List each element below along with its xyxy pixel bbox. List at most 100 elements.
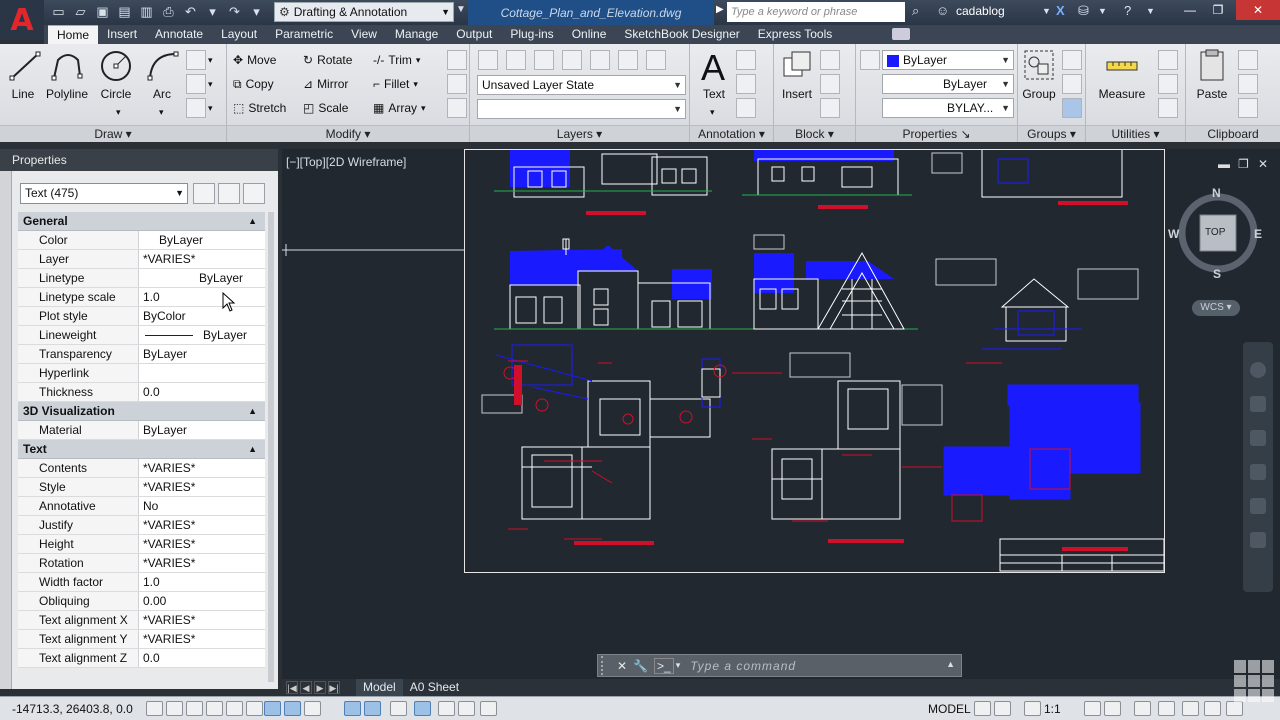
- chevron-down-icon[interactable]: ▾: [208, 50, 213, 70]
- property-row[interactable]: Obliquing 0.00: [18, 592, 265, 611]
- annotation-scale-icon[interactable]: [1024, 701, 1041, 716]
- polar-tracking-icon[interactable]: [226, 701, 243, 716]
- property-row[interactable]: Rotation *VARIES*: [18, 554, 265, 573]
- line-button[interactable]: Line: [8, 48, 41, 101]
- new-icon[interactable]: ▭: [50, 3, 67, 20]
- minimize-ribbon-icon[interactable]: [892, 28, 910, 40]
- pan-hand-icon[interactable]: [1250, 396, 1266, 412]
- edit-block-icon[interactable]: [820, 74, 840, 94]
- tab-plug-ins[interactable]: Plug-ins: [501, 25, 562, 44]
- orbit-icon[interactable]: [1250, 464, 1266, 480]
- color-dropdown[interactable]: ByLayer ▼: [882, 50, 1014, 70]
- layer-off-icon[interactable]: [590, 50, 610, 70]
- first-tab-icon[interactable]: |◀: [286, 681, 298, 694]
- erase-icon[interactable]: [447, 50, 467, 70]
- draw-panel-title[interactable]: Draw ▾: [0, 125, 226, 142]
- palette-side-strip[interactable]: [0, 171, 12, 689]
- model-space-toggle[interactable]: MODEL: [928, 702, 971, 716]
- ungroup-icon[interactable]: [1062, 50, 1082, 70]
- previous-tab-icon[interactable]: ◀: [300, 681, 312, 694]
- property-row[interactable]: Text alignment Y *VARIES*: [18, 630, 265, 649]
- autodesk-a360-icon[interactable]: ⛁: [1078, 3, 1089, 19]
- tab-online[interactable]: Online: [563, 25, 616, 44]
- tab-parametric[interactable]: Parametric: [266, 25, 342, 44]
- 3d-object-snap-icon[interactable]: [264, 701, 281, 716]
- block-panel-title[interactable]: Block ▾: [774, 125, 855, 142]
- minimize-button[interactable]: —: [1176, 0, 1204, 20]
- property-row[interactable]: Linetype ByLayer: [18, 269, 265, 288]
- text-button[interactable]: A Text: [698, 48, 730, 101]
- open-icon[interactable]: ▱: [72, 3, 89, 20]
- wcs-menu[interactable]: WCS ▾: [1192, 300, 1240, 316]
- stretch-button[interactable]: ⬚ Stretch: [233, 98, 286, 118]
- toggle-pickadd-icon[interactable]: [193, 183, 215, 204]
- zoom-icon[interactable]: [1250, 430, 1266, 446]
- save-icon[interactable]: ▣: [94, 3, 111, 20]
- measure-button[interactable]: Measure: [1096, 48, 1148, 101]
- move-button[interactable]: ✥ Move: [233, 50, 276, 70]
- id-point-icon[interactable]: [1158, 98, 1178, 118]
- select-objects-icon[interactable]: [218, 183, 240, 204]
- tab-view[interactable]: View: [342, 25, 386, 44]
- viewport-minimize-button[interactable]: ▬: [1218, 157, 1230, 171]
- tab-manage[interactable]: Manage: [386, 25, 447, 44]
- command-prompt-icon[interactable]: >_: [654, 657, 674, 674]
- last-tab-icon[interactable]: ▶|: [328, 681, 340, 694]
- annotation-panel-title[interactable]: Annotation ▾: [690, 125, 773, 142]
- object-type-selector[interactable]: Text (475) ▼: [20, 183, 188, 204]
- wrench-icon[interactable]: 🔧: [633, 659, 648, 673]
- compass-east[interactable]: E: [1254, 227, 1262, 241]
- tab-express-tools[interactable]: Express Tools: [749, 25, 841, 44]
- layer-properties-icon[interactable]: [478, 50, 498, 70]
- property-row[interactable]: Layer *VARIES*: [18, 250, 265, 269]
- dimension-icon[interactable]: [736, 50, 756, 70]
- quick-select-icon[interactable]: [1158, 50, 1178, 70]
- save-as-icon[interactable]: ▤: [116, 3, 133, 20]
- layer-state-icon[interactable]: [506, 50, 526, 70]
- quick-select-icon[interactable]: [243, 183, 265, 204]
- tab-home[interactable]: Home: [48, 25, 99, 44]
- add-icon[interactable]: [480, 701, 497, 716]
- layer-freeze-icon[interactable]: [562, 50, 582, 70]
- ortho-mode-icon[interactable]: [206, 701, 223, 716]
- group-selection-icon[interactable]: [1062, 98, 1082, 118]
- annotation-visibility-icon[interactable]: [1084, 701, 1101, 716]
- cut-icon[interactable]: [1238, 50, 1258, 70]
- hardware-acceleration-icon[interactable]: [1204, 701, 1221, 716]
- explode-icon[interactable]: [447, 74, 467, 94]
- chevron-right-icon[interactable]: ▶: [716, 4, 724, 15]
- quick-view-drawings-icon[interactable]: [994, 701, 1011, 716]
- arc-dropdown[interactable]: ▾: [159, 102, 164, 122]
- showmotion-icon[interactable]: [1250, 498, 1266, 514]
- chevron-down-icon[interactable]: ▼: [1098, 6, 1107, 16]
- palette-scrollbar[interactable]: [268, 212, 274, 682]
- mirror-button[interactable]: ⊿ Mirror: [303, 74, 348, 94]
- property-row[interactable]: Material ByLayer: [18, 421, 265, 440]
- isolate-objects-icon[interactable]: [1182, 701, 1199, 716]
- edit-attributes-icon[interactable]: [820, 98, 840, 118]
- auto-scale-icon[interactable]: [1104, 701, 1121, 716]
- hatch-icon[interactable]: [186, 98, 206, 118]
- search-input[interactable]: Type a keyword or phrase: [727, 2, 905, 22]
- viewport-close-button[interactable]: ✕: [1258, 157, 1268, 171]
- copy-button[interactable]: ⧉ Copy: [233, 74, 274, 94]
- property-row[interactable]: Thickness 0.0: [18, 383, 265, 402]
- dynamic-ucs-icon[interactable]: [304, 701, 321, 716]
- insert-button[interactable]: Insert: [780, 48, 814, 101]
- infer-constraints-icon[interactable]: [146, 701, 163, 716]
- tab-a0-sheet[interactable]: A0 Sheet: [403, 679, 466, 696]
- customize-toolbar-icon[interactable]: ▼: [456, 4, 466, 15]
- compass-south[interactable]: S: [1213, 267, 1221, 281]
- scale-button[interactable]: ◰ Scale: [303, 98, 348, 118]
- copy-clip-icon[interactable]: [1238, 74, 1258, 94]
- section-general[interactable]: General ▲: [18, 212, 265, 231]
- command-history-icon[interactable]: ▲: [946, 659, 955, 669]
- print-icon[interactable]: ⎙: [160, 3, 177, 20]
- layer-isolate-icon[interactable]: [534, 50, 554, 70]
- annotation-monitor-icon[interactable]: [458, 701, 475, 716]
- modify-panel-title[interactable]: Modify ▾: [227, 125, 469, 142]
- group-edit-icon[interactable]: [1062, 74, 1082, 94]
- workspace-switching-icon[interactable]: [1134, 701, 1151, 716]
- layer-dropdown[interactable]: ▼: [477, 99, 686, 119]
- viewcube[interactable]: TOP N S E W: [1168, 186, 1262, 281]
